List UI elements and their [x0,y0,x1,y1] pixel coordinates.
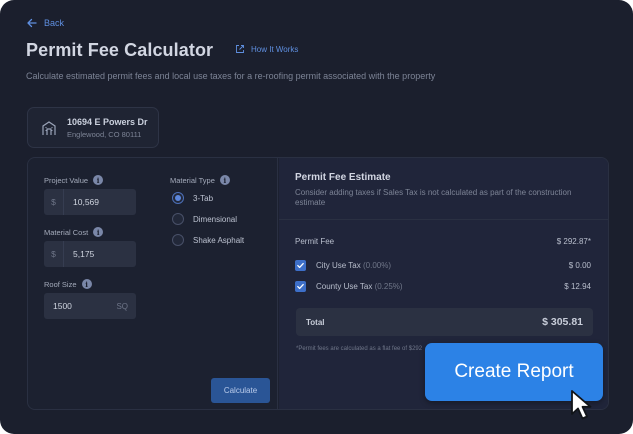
county-tax-checkbox[interactable] [295,281,306,292]
city-tax-checkbox[interactable] [295,260,306,271]
material-cost-value: 5,175 [73,249,95,259]
address-line-2: Englewood, CO 80111 [67,129,142,139]
page-subtitle: Calculate estimated permit fees and loca… [26,71,436,81]
external-link-icon [236,45,244,53]
county-tax-row: County Use Tax (0.25%) $ 12.94 [295,281,591,292]
estimate-title: Permit Fee Estimate [295,172,391,183]
how-it-works-label: How It Works [251,44,299,54]
back-link[interactable]: Back [26,17,64,29]
radio-indicator [172,234,184,246]
info-icon[interactable]: i [219,175,230,185]
radio-label: 3-Tab [193,193,214,203]
county-tax-rate: (0.25%) [374,282,403,291]
mouse-pointer-icon [571,390,592,420]
radio-indicator [172,213,184,225]
county-tax-value: $ 12.94 [564,282,591,291]
currency-prefix: $ [44,189,64,215]
city-tax-label: City Use Tax [316,261,361,270]
material-type-label-text: Material Type [170,175,215,185]
material-cost-input[interactable]: $ 5,175 [44,241,136,267]
info-icon[interactable]: i [93,175,104,185]
city-tax-rate: (0.00%) [363,261,392,270]
checkmark-icon [297,262,304,269]
project-value-label-text: Project Value [44,175,89,185]
currency-prefix: $ [44,241,64,267]
city-tax-value: $ 0.00 [568,261,591,270]
material-cost-label: Material Cost i [44,227,104,237]
radio-selected-indicator [172,192,184,204]
roof-size-label: Roof Size i [44,279,92,289]
city-tax-row: City Use Tax (0.00%) $ 0.00 [295,260,591,271]
calculate-button[interactable]: Calculate [211,378,270,403]
back-label: Back [44,18,65,28]
material-cost-label-text: Material Cost [44,227,89,237]
inputs-section: Project Value i $ 10,569 Material Cost i… [28,158,278,409]
roof-size-label-text: Roof Size [44,279,77,289]
radio-3-tab[interactable]: 3-Tab [172,192,213,204]
how-it-works-link[interactable]: How It Works [235,44,298,54]
radio-dimensional[interactable]: Dimensional [172,213,237,225]
total-value: $ 305.81 [542,316,583,328]
roof-size-value: 1500 [53,301,72,311]
permit-fee-row: Permit Fee $ 292.87* [295,237,591,246]
radio-shake-asphalt[interactable]: Shake Asphalt [172,234,244,246]
page-title: Permit Fee Calculator [26,40,214,60]
county-tax-label: County Use Tax [316,282,373,291]
address-line-1: 10694 E Powers Dr [67,116,148,127]
app-window: Back Permit Fee Calculator How It Works … [0,0,633,434]
radio-label: Dimensional [193,214,238,224]
unit-suffix: SQ [116,301,128,311]
info-icon[interactable]: i [93,227,104,237]
building-icon [42,120,56,135]
project-value-value: 10,569 [73,197,99,207]
estimate-subtitle: Consider adding taxes if Sales Tax is no… [295,188,572,207]
arrow-left-icon [27,18,37,28]
divider [279,219,608,220]
project-value-label: Project Value i [44,175,104,185]
radio-label: Shake Asphalt [193,235,245,245]
material-type-label: Material Type i [170,175,230,185]
permit-fee-label: Permit Fee [295,237,335,246]
roof-size-input[interactable]: 1500 SQ [44,293,136,319]
footnote: *Permit fees are calculated as a flat fe… [296,346,423,352]
property-address-card: 10694 E Powers Dr Englewood, CO 80111 [27,107,159,148]
info-icon[interactable]: i [81,279,92,289]
permit-fee-value: $ 292.87* [556,237,591,246]
checkmark-icon [297,283,304,290]
project-value-input[interactable]: $ 10,569 [44,189,136,215]
total-box: Total $ 305.81 [296,308,593,336]
total-label: Total [306,317,325,327]
